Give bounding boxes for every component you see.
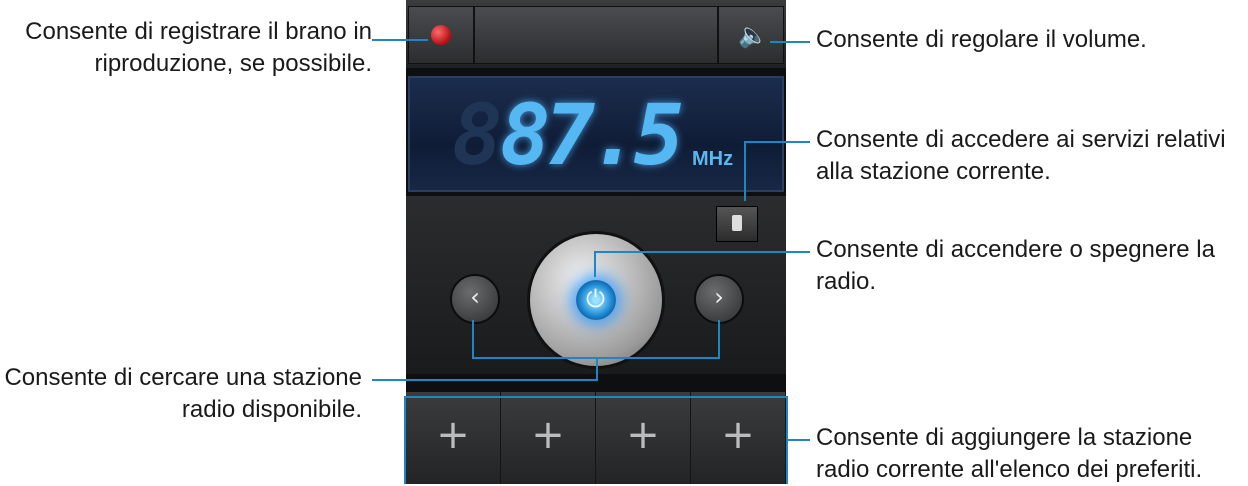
lock-icon: [732, 215, 742, 231]
leader-line-search: [372, 379, 598, 381]
leader-line-favorites: [786, 439, 810, 441]
callout-favorites: Consente di aggiungere la stazione radio…: [816, 424, 1203, 483]
callout-search: Consente di cercare una stazione radio d…: [4, 364, 362, 423]
record-button[interactable]: [408, 6, 474, 64]
favorite-slot-3[interactable]: +: [596, 392, 691, 484]
rds-button[interactable]: [716, 206, 758, 242]
frequency-unit: MHz: [692, 148, 734, 170]
callout-record: Consente di registrare il brano in ripro…: [25, 18, 372, 77]
leader-line-search-vertical: [596, 358, 598, 380]
volume-button[interactable]: 🔈: [718, 6, 784, 64]
leader-line-search-left: [472, 320, 474, 358]
leader-line-rds-vertical: [744, 141, 746, 201]
favorite-slot-1[interactable]: +: [406, 392, 501, 484]
leader-line-volume: [770, 41, 810, 43]
frequency-ghost-digit: 8: [452, 86, 503, 184]
chevron-right-icon: ›: [714, 283, 724, 311]
callout-rds: Consente di accedere ai servizi relativi…: [816, 126, 1226, 185]
power-indicator: ⏻: [576, 280, 616, 320]
callout-volume: Consente di regolare il volume.: [816, 26, 1147, 53]
chevron-left-icon: ‹: [470, 283, 480, 311]
leader-line-search-bracket: [472, 357, 720, 359]
leader-line-record: [372, 39, 428, 41]
leader-line-power-vertical: [594, 251, 596, 277]
leader-line-power: [594, 251, 810, 253]
frequency-value: 87.5: [500, 86, 684, 184]
power-icon: ⏻: [586, 285, 605, 313]
leader-line-search-right: [718, 320, 720, 358]
top-bar: 🔈: [406, 0, 786, 68]
record-icon: [431, 25, 451, 45]
plus-icon: +: [626, 412, 660, 458]
control-panel: ‹ ⏻ ›: [406, 196, 786, 374]
title-area: [474, 6, 718, 64]
favorite-slot-2[interactable]: +: [501, 392, 596, 484]
callout-power: Consente di accendere o spegnere la radi…: [816, 236, 1215, 295]
plus-icon: +: [531, 412, 565, 458]
favorites-bar: + + + +: [406, 392, 786, 484]
seek-prev-button[interactable]: ‹: [450, 274, 500, 324]
leader-line-favorites-left: [404, 396, 406, 484]
frequency-display: 8 87.5 MHz: [408, 76, 784, 192]
leader-line-favorites-top: [404, 396, 788, 398]
seek-next-button[interactable]: ›: [694, 274, 744, 324]
plus-icon: +: [721, 412, 755, 458]
fm-radio-screen: 🔈 8 87.5 MHz ‹ ⏻ › + + + +: [406, 0, 786, 484]
plus-icon: +: [436, 412, 470, 458]
speaker-icon: 🔈: [738, 21, 768, 49]
power-button[interactable]: ⏻: [530, 234, 662, 366]
favorite-slot-4[interactable]: +: [691, 392, 786, 484]
leader-line-rds: [744, 141, 810, 143]
